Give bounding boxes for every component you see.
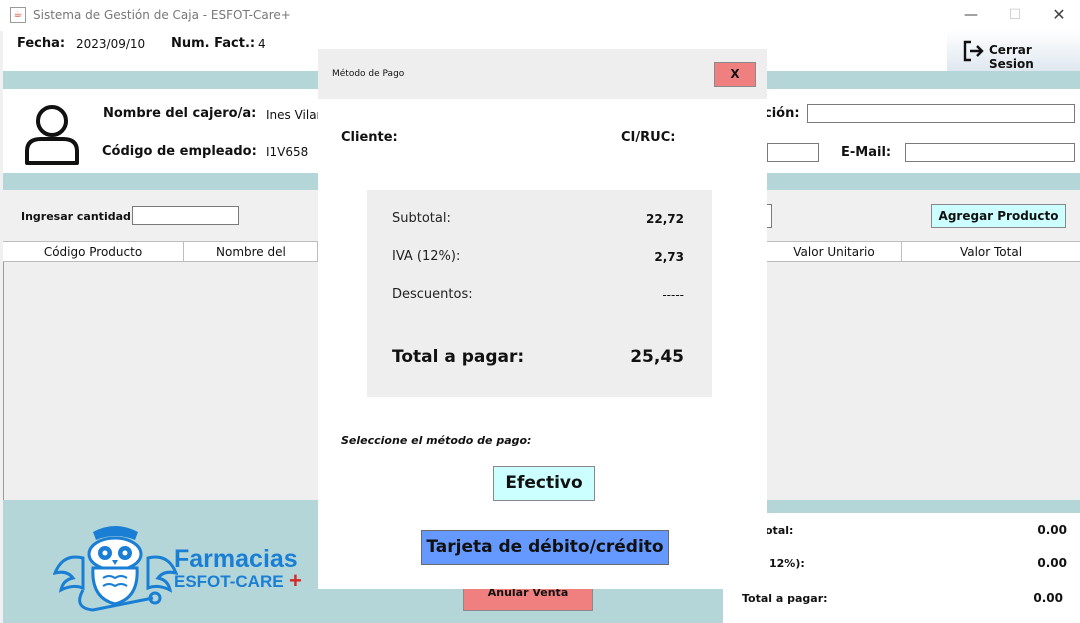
payment-summary: Subtotal: 22,72 IVA (12%): 2,73 Descuent… — [367, 190, 712, 397]
total-label: Total a pagar: — [742, 592, 828, 605]
column-header[interactable]: Valor Total — [902, 242, 1080, 262]
summary-subtotal-value: 22,72 — [646, 212, 684, 226]
card-payment-button[interactable]: Tarjeta de débito/crédito — [421, 530, 669, 565]
brand-name: Farmacias — [174, 545, 298, 573]
cantidad-input[interactable] — [132, 206, 239, 225]
minimize-button[interactable]: — — [956, 4, 986, 26]
ciruc-label: CI/RUC: — [621, 130, 676, 145]
owl-logo-icon — [53, 526, 178, 612]
cashier-name-value: Ines Vilar — [266, 108, 322, 122]
logout-icon — [963, 40, 984, 62]
payment-method-dialog: Método de Pago X Cliente: CI/RUC: Subtot… — [318, 49, 767, 589]
employee-code-value: I1V658 — [266, 145, 309, 159]
factura-value: 4 — [258, 37, 266, 51]
window-title: Sistema de Gestión de Caja - ESFOT-Care+ — [33, 8, 291, 22]
cash-payment-button[interactable]: Efectivo — [493, 466, 595, 501]
summary-total-label: Total a pagar: — [392, 347, 525, 367]
add-product-button[interactable]: Agregar Producto — [931, 204, 1066, 228]
column-header[interactable]: Valor Unitario — [767, 242, 902, 262]
iva-value: 0.00 — [1037, 556, 1067, 570]
email-input[interactable] — [905, 143, 1075, 162]
fecha-value: 2023/09/10 — [76, 37, 146, 51]
column-header[interactable]: Código Producto — [3, 242, 184, 262]
logout-label: Cerrar Sesion — [989, 43, 1034, 71]
dialog-header: Método de Pago X — [318, 49, 767, 99]
factura-label: Num. Fact.: — [171, 36, 256, 51]
brand-plus: + — [289, 568, 302, 593]
telefono-input[interactable] — [767, 143, 819, 162]
total-value: 0.00 — [1033, 591, 1063, 605]
direccion-label: ción: — [764, 106, 800, 121]
brand-subtitle: ESFOT-CARE — [174, 572, 284, 591]
summary-subtotal-label: Subtotal: — [392, 211, 451, 226]
main-window: ☕ Sistema de Gestión de Caja - ESFOT-Car… — [0, 0, 1080, 623]
fecha-label: Fecha: — [17, 36, 66, 51]
iva-label: 12%): — [769, 557, 805, 570]
column-header[interactable]: Nombre del produ — [184, 242, 318, 279]
logout-button[interactable]: Cerrar Sesion — [947, 31, 1080, 71]
java-cup-icon: ☕ — [10, 7, 26, 23]
summary-descuentos-value: ----- — [662, 288, 684, 302]
payment-prompt: Seleccione el método de pago: — [341, 434, 532, 447]
window-close-button[interactable]: ✕ — [1044, 4, 1074, 26]
subtotal-value: 0.00 — [1037, 523, 1067, 537]
title-bar: ☕ Sistema de Gestión de Caja - ESFOT-Car… — [0, 0, 1080, 31]
summary-iva-value: 2,73 — [654, 250, 684, 264]
summary-iva-label: IVA (12%): — [392, 249, 461, 264]
maximize-button[interactable]: ☐ — [1000, 4, 1030, 26]
cantidad-label: Ingresar cantidad: — [21, 210, 136, 223]
subtotal-label: otal: — [765, 524, 794, 537]
cliente-label: Cliente: — [341, 130, 398, 145]
totals-panel: otal: 0.00 12%): 0.00 Total a pagar: 0.0… — [723, 513, 1080, 623]
cashier-name-label: Nombre del cajero/a: — [103, 106, 257, 121]
employee-code-label: Código de empleado: — [102, 144, 257, 159]
user-avatar-icon — [25, 105, 79, 165]
dialog-close-button[interactable]: X — [714, 62, 756, 87]
email-label: E-Mail: — [841, 145, 892, 160]
summary-descuentos-label: Descuentos: — [392, 287, 473, 302]
summary-total-value: 25,45 — [630, 347, 684, 367]
direccion-input[interactable] — [807, 104, 1075, 123]
dialog-title: Método de Pago — [332, 69, 405, 79]
